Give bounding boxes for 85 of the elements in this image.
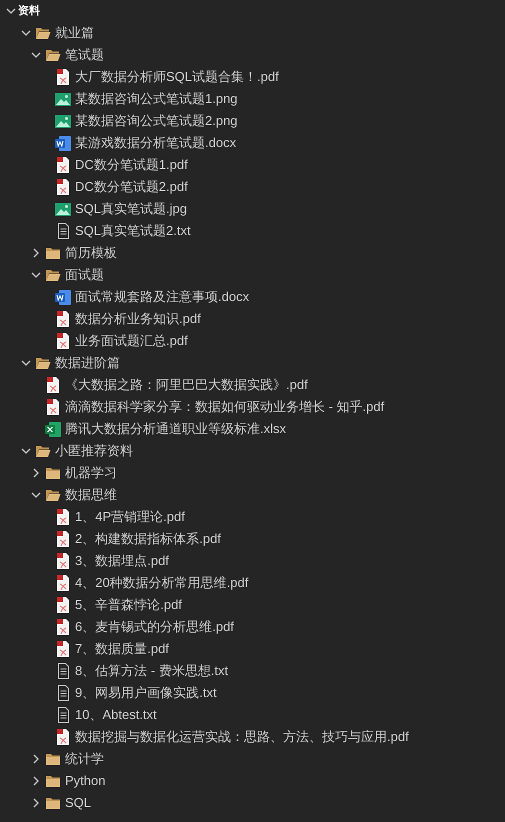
pdf-file-icon xyxy=(56,553,70,569)
pdf-file-icon xyxy=(56,641,70,657)
file-name[interactable]: 数据分析业务知识.pdf xyxy=(75,309,201,329)
chevron-down-icon[interactable] xyxy=(6,8,16,14)
word-file-icon xyxy=(55,136,71,150)
folder-name[interactable]: 小匿推荐资料 xyxy=(55,441,133,461)
file-name[interactable]: 某数据咨询公式笔试题2.png xyxy=(75,111,238,131)
file-name[interactable]: 大厂数据分析师SQL试题合集！.pdf xyxy=(75,67,279,87)
file-name[interactable]: 10、Abtest.txt xyxy=(75,705,157,725)
folder-name[interactable]: SQL xyxy=(65,793,92,813)
pdf-file-icon xyxy=(56,333,70,349)
image-file-icon xyxy=(55,92,71,106)
open-folder-icon xyxy=(35,444,51,458)
pdf-file-icon xyxy=(46,399,60,415)
file-name[interactable]: 业务面试题汇总.pdf xyxy=(75,331,188,351)
file-name[interactable]: SQL真实笔试题2.txt xyxy=(75,221,191,241)
folder-name[interactable]: 统计学 xyxy=(65,749,104,769)
file-name[interactable]: 滴滴数据科学家分享：数据如何驱动业务增长 - 知乎.pdf xyxy=(65,397,384,417)
folder-icon xyxy=(45,774,61,788)
spreadsheet-file-icon xyxy=(45,422,61,436)
file-name[interactable]: 《大数据之路：阿里巴巴大数据实践》.pdf xyxy=(65,375,308,395)
open-folder-icon xyxy=(45,488,61,502)
folder-name[interactable]: 数据思维 xyxy=(65,485,117,505)
word-file-icon xyxy=(55,290,71,304)
folder-name[interactable]: 机器学习 xyxy=(65,463,117,483)
open-folder-icon xyxy=(35,356,51,370)
text-file-icon xyxy=(56,663,70,679)
open-folder-icon xyxy=(45,48,61,62)
folder-name[interactable]: 就业篇 xyxy=(55,23,94,43)
file-name[interactable]: 面试常规套路及注意事项.docx xyxy=(75,287,250,307)
pdf-file-icon xyxy=(56,575,70,591)
chevron-right-icon[interactable] xyxy=(33,248,39,258)
folder-name[interactable]: Python xyxy=(65,771,106,791)
file-name[interactable]: 6、麦肯锡式的分析思维.pdf xyxy=(75,617,234,637)
folder-icon xyxy=(45,752,61,766)
folder-name[interactable]: 面试题 xyxy=(65,265,104,285)
image-file-icon xyxy=(55,114,71,128)
file-name[interactable]: DC数分笔试题2.pdf xyxy=(75,177,188,197)
section-title[interactable]: 资料 xyxy=(18,2,40,20)
file-name[interactable]: 8、估算方法 - 费米思想.txt xyxy=(75,661,228,681)
pdf-file-icon xyxy=(46,377,60,393)
chevron-right-icon[interactable] xyxy=(33,754,39,764)
pdf-file-icon xyxy=(56,179,70,195)
chevron-down-icon[interactable] xyxy=(31,492,41,498)
file-name[interactable]: SQL真实笔试题.jpg xyxy=(75,199,187,219)
pdf-file-icon xyxy=(56,531,70,547)
pdf-file-icon xyxy=(56,597,70,613)
file-name[interactable]: 腾讯大数据分析通道职业等级标准.xlsx xyxy=(65,419,286,439)
file-name[interactable]: 7、数据质量.pdf xyxy=(75,639,169,659)
chevron-right-icon[interactable] xyxy=(33,468,39,478)
chevron-down-icon[interactable] xyxy=(21,360,31,366)
file-name[interactable]: 1、4P营销理论.pdf xyxy=(75,507,185,527)
folder-icon xyxy=(45,466,61,480)
folder-name[interactable]: 数据进阶篇 xyxy=(55,353,120,373)
chevron-down-icon[interactable] xyxy=(21,448,31,454)
file-name[interactable]: DC数分笔试题1.pdf xyxy=(75,155,188,175)
file-name[interactable]: 3、数据埋点.pdf xyxy=(75,551,169,571)
pdf-file-icon xyxy=(56,311,70,327)
pdf-file-icon xyxy=(56,157,70,173)
image-file-icon xyxy=(55,202,71,216)
folder-name[interactable]: 笔试题 xyxy=(65,45,104,65)
folder-icon xyxy=(45,246,61,260)
chevron-right-icon[interactable] xyxy=(33,776,39,786)
pdf-file-icon xyxy=(56,509,70,525)
file-name[interactable]: 2、构建数据指标体系.pdf xyxy=(75,529,221,549)
text-file-icon xyxy=(56,707,70,723)
folder-icon xyxy=(45,796,61,810)
folder-name[interactable]: 简历模板 xyxy=(65,243,117,263)
text-file-icon xyxy=(56,223,70,239)
file-name[interactable]: 某游戏数据分析笔试题.docx xyxy=(75,133,236,153)
pdf-file-icon xyxy=(56,619,70,635)
file-name[interactable]: 某数据咨询公式笔试题1.png xyxy=(75,89,238,109)
open-folder-icon xyxy=(35,26,51,40)
file-name[interactable]: 9、网易用户画像实践.txt xyxy=(75,683,217,703)
pdf-file-icon xyxy=(56,729,70,745)
pdf-file-icon xyxy=(56,69,70,85)
open-folder-icon xyxy=(45,268,61,282)
chevron-down-icon[interactable] xyxy=(31,272,41,278)
file-name[interactable]: 4、20种数据分析常用思维.pdf xyxy=(75,573,248,593)
chevron-down-icon[interactable] xyxy=(21,30,31,36)
chevron-right-icon[interactable] xyxy=(33,798,39,808)
chevron-down-icon[interactable] xyxy=(31,52,41,58)
text-file-icon xyxy=(56,685,70,701)
file-name[interactable]: 数据挖掘与数据化运营实战：思路、方法、技巧与应用.pdf xyxy=(75,727,409,747)
file-name[interactable]: 5、辛普森悖论.pdf xyxy=(75,595,182,615)
